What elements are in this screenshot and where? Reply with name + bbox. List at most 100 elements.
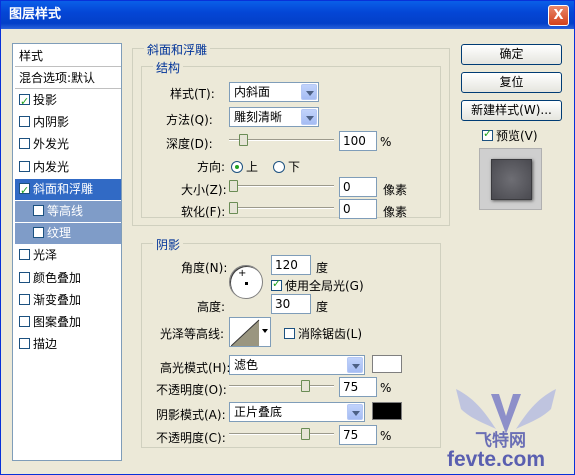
technique-select[interactable]: 雕刻清晰 bbox=[229, 107, 319, 127]
reset-button[interactable]: 复位 bbox=[461, 72, 562, 93]
slider-thumb[interactable] bbox=[229, 180, 238, 192]
direction-down-option[interactable]: 下 bbox=[273, 158, 300, 175]
gloss-contour-label: 光泽等高线: bbox=[160, 327, 225, 341]
shadow-opacity-slider[interactable] bbox=[229, 427, 334, 441]
style-list-item[interactable]: 等高线 bbox=[15, 201, 121, 222]
antialias-option[interactable]: 消除锯齿(L) bbox=[284, 325, 362, 342]
slider-thumb[interactable] bbox=[301, 428, 310, 440]
styles-header[interactable]: 样式 bbox=[15, 46, 121, 67]
style-list-item[interactable]: 斜面和浮雕 bbox=[15, 178, 121, 201]
blending-options-item[interactable]: 混合选项:默认 bbox=[15, 68, 121, 89]
checkbox-icon[interactable] bbox=[33, 227, 44, 239]
slider-track bbox=[229, 385, 334, 387]
highlight-opacity-field[interactable]: 75 bbox=[339, 377, 377, 397]
checkbox-icon[interactable] bbox=[19, 293, 30, 305]
style-list-item[interactable]: 图案叠加 bbox=[15, 312, 121, 333]
gloss-contour-picker[interactable] bbox=[229, 317, 271, 347]
style-list-item-label: 内发光 bbox=[33, 159, 70, 174]
highlight-mode-select[interactable]: 滤色 bbox=[229, 355, 365, 375]
chevron-down-icon[interactable] bbox=[262, 329, 268, 333]
checkbox-checked-icon[interactable] bbox=[19, 180, 30, 201]
slider-thumb[interactable] bbox=[301, 380, 310, 392]
direction-up-option[interactable]: 上 bbox=[231, 158, 258, 175]
shadow-color-swatch[interactable] bbox=[372, 402, 402, 420]
depth-slider[interactable] bbox=[229, 133, 334, 147]
soften-unit: 像素 bbox=[383, 205, 408, 219]
checkbox-checked-icon[interactable] bbox=[19, 91, 30, 112]
shadow-mode-label: 阴影模式(A): bbox=[156, 408, 226, 422]
window-title: 图层样式 bbox=[9, 7, 62, 22]
layer-style-dialog: 图层样式 X 样式 混合选项:默认 投影内阴影外发光内发光斜面和浮雕等高线纹理光… bbox=[0, 0, 575, 475]
style-select-value: 内斜面 bbox=[234, 85, 271, 99]
preview-option[interactable]: 预览(V) bbox=[482, 127, 538, 144]
shadow-opacity-field[interactable]: 75 bbox=[339, 425, 377, 445]
radio-icon[interactable] bbox=[273, 161, 285, 173]
global-light-option[interactable]: 使用全局光(G) bbox=[271, 277, 364, 294]
soften-field[interactable]: 0 bbox=[339, 199, 377, 219]
close-button[interactable]: X bbox=[548, 5, 569, 26]
size-slider[interactable] bbox=[229, 179, 334, 193]
altitude-label: 高度: bbox=[197, 300, 226, 314]
contour-preview-icon bbox=[231, 319, 260, 346]
style-list-item[interactable]: 纹理 bbox=[15, 223, 121, 245]
slider-thumb[interactable] bbox=[238, 134, 248, 146]
technique-label: 方法(Q): bbox=[166, 113, 213, 127]
antialias-label: 消除锯齿(L) bbox=[298, 327, 363, 341]
radio-selected-icon[interactable] bbox=[231, 161, 243, 173]
checkbox-icon[interactable] bbox=[33, 205, 44, 216]
size-label: 大小(Z): bbox=[181, 183, 227, 197]
checkbox-icon[interactable] bbox=[19, 138, 30, 150]
checkbox-icon[interactable] bbox=[19, 316, 30, 327]
highlight-opacity-slider[interactable] bbox=[229, 379, 334, 393]
style-list-item-label: 内阴影 bbox=[33, 115, 70, 130]
size-field[interactable]: 0 bbox=[339, 177, 377, 197]
preview-thumbnail bbox=[479, 148, 542, 210]
depth-field[interactable]: 100 bbox=[339, 131, 377, 151]
highlight-mode-label: 高光模式(H): bbox=[160, 361, 231, 375]
style-list-item-label: 颜色叠加 bbox=[33, 270, 82, 285]
style-list-item[interactable]: 内阴影 bbox=[15, 112, 121, 133]
style-list: 样式 混合选项:默认 投影内阴影外发光内发光斜面和浮雕等高线纹理光泽颜色叠加渐变… bbox=[12, 43, 122, 461]
ok-button[interactable]: 确定 bbox=[461, 44, 562, 65]
highlight-color-swatch[interactable] bbox=[372, 355, 402, 373]
style-list-item-label: 渐变叠加 bbox=[33, 292, 82, 307]
antialias-checkbox[interactable] bbox=[284, 328, 295, 339]
crosshair-icon: + bbox=[238, 268, 247, 279]
checkbox-icon[interactable] bbox=[19, 116, 30, 128]
checkbox-icon[interactable] bbox=[19, 249, 30, 261]
checkbox-icon[interactable] bbox=[19, 271, 30, 283]
preview-checkbox[interactable] bbox=[482, 127, 493, 141]
new-style-button[interactable]: 新建样式(W)... bbox=[461, 100, 562, 121]
bevel-group-title: 斜面和浮雕 bbox=[144, 41, 211, 58]
soften-label: 软化(F): bbox=[181, 205, 226, 219]
direction-label: 方向: bbox=[197, 160, 226, 174]
checkbox-icon[interactable] bbox=[19, 160, 30, 172]
angle-unit: 度 bbox=[316, 261, 329, 275]
highlight-mode-value: 滤色 bbox=[234, 358, 259, 372]
global-light-checkbox[interactable] bbox=[271, 277, 282, 291]
style-list-item-label: 描边 bbox=[33, 337, 58, 352]
angle-dial-center-icon bbox=[245, 282, 248, 285]
style-list-item[interactable]: 光泽 bbox=[15, 245, 121, 266]
global-light-label: 使用全局光(G) bbox=[285, 279, 364, 293]
style-list-item-label: 投影 bbox=[33, 93, 58, 107]
chevron-down-icon bbox=[347, 404, 363, 420]
style-list-item[interactable]: 渐变叠加 bbox=[15, 290, 121, 311]
shadow-mode-select[interactable]: 正片叠底 bbox=[229, 402, 365, 422]
style-list-item[interactable]: 描边 bbox=[15, 334, 121, 355]
technique-select-value: 雕刻清晰 bbox=[234, 110, 283, 124]
style-label: 样式(T): bbox=[170, 87, 215, 101]
soften-slider[interactable] bbox=[229, 201, 334, 215]
style-list-item[interactable]: 内发光 bbox=[15, 157, 121, 178]
checkbox-icon[interactable] bbox=[19, 338, 30, 350]
watermark-text-en: fevte.com bbox=[447, 448, 546, 471]
angle-dial[interactable]: + bbox=[229, 265, 263, 299]
style-list-item[interactable]: 外发光 bbox=[15, 134, 121, 155]
altitude-field[interactable]: 30 bbox=[271, 294, 311, 314]
direction-up-label: 上 bbox=[246, 160, 259, 174]
slider-thumb[interactable] bbox=[229, 202, 238, 214]
style-select[interactable]: 内斜面 bbox=[229, 82, 319, 102]
angle-field[interactable]: 120 bbox=[271, 255, 311, 275]
style-list-item[interactable]: 颜色叠加 bbox=[15, 268, 121, 289]
style-list-item[interactable]: 投影 bbox=[15, 90, 121, 112]
